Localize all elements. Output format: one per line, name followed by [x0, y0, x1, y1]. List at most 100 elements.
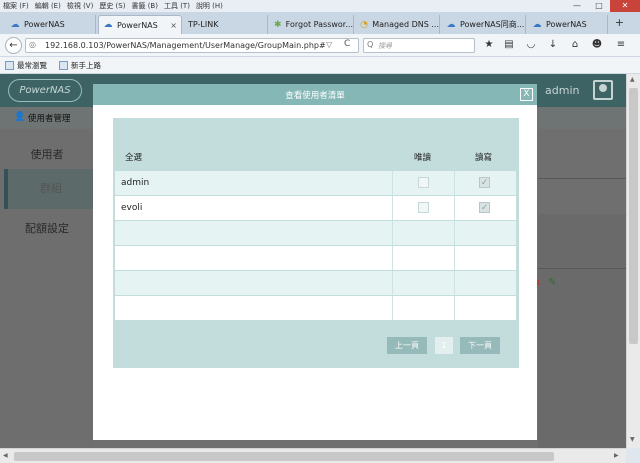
tab-managed-dns[interactable]: ◔ Managed DNS ...	[356, 15, 440, 34]
dialog-close-button[interactable]: X	[520, 88, 533, 101]
user-name-cell	[115, 221, 393, 245]
horizontal-scroll-thumb[interactable]	[14, 452, 554, 461]
menu-view[interactable]: 檢視 (V)	[67, 1, 93, 11]
readwrite-cell: ✓	[455, 196, 516, 220]
table-row: admin ✓	[115, 170, 516, 195]
vertical-scroll-thumb[interactable]	[629, 88, 638, 344]
pocket-icon[interactable]: ◡	[525, 39, 537, 51]
menu-file[interactable]: 檔案 (F)	[3, 1, 29, 11]
readwrite-header: 讀寫	[475, 153, 493, 163]
user-avatar-icon[interactable]	[593, 80, 613, 100]
background-divider	[538, 268, 626, 269]
menu-icon[interactable]: ≡	[615, 39, 627, 51]
tab-powernas-3[interactable]: ☁ PowerNAS	[528, 15, 608, 34]
section-title: 使用者管理	[28, 114, 71, 124]
table-row	[115, 295, 516, 320]
sidebar: 使用者 群組 配額設定	[0, 129, 94, 448]
readwrite-cell	[455, 246, 516, 270]
menu-bar: 檔案 (F) 編輯 (E) 檢視 (V) 歷史 (S) 書籤 (B) 工具 (T…	[0, 0, 640, 12]
bookmark-label: 最常瀏覽	[17, 60, 47, 70]
home-icon[interactable]: ⌂	[569, 39, 581, 51]
vertical-scrollbar[interactable]: ▲ ▼	[626, 74, 640, 448]
readonly-cell	[393, 296, 455, 320]
background-divider	[538, 178, 626, 179]
tab-powernas-active[interactable]: ☁ PowerNAS ×	[98, 15, 182, 34]
readonly-cell	[393, 271, 455, 295]
close-window-button[interactable]: ✕	[610, 0, 640, 12]
tab-title: PowerNAS	[117, 20, 158, 30]
readwrite-checkbox[interactable]: ✓	[479, 202, 490, 213]
new-tab-button[interactable]: +	[615, 16, 624, 29]
back-button[interactable]: ←	[5, 37, 22, 54]
menu-tools[interactable]: 工具 (T)	[164, 1, 190, 11]
tab-title: PowerNAS	[546, 20, 587, 29]
user-name-cell: admin	[115, 171, 393, 195]
tab-title: Forgot Passwor...	[285, 20, 353, 29]
user-name[interactable]: admin	[545, 84, 579, 97]
search-input[interactable]: Q 搜尋	[363, 38, 475, 53]
search-icon: Q	[367, 40, 374, 49]
minimize-button[interactable]: —	[566, 0, 588, 12]
menu-help[interactable]: 說明 (H)	[196, 1, 223, 11]
scroll-down-arrow-icon[interactable]: ▼	[630, 436, 635, 443]
reload-icon[interactable]: C	[344, 39, 350, 49]
readonly-checkbox[interactable]	[418, 202, 429, 213]
edit-icon[interactable]: ✎	[548, 277, 556, 288]
maximize-button[interactable]: □	[588, 0, 610, 12]
bookmark-getting-started[interactable]: 新手上路	[59, 60, 101, 71]
scroll-left-arrow-icon[interactable]: ◀	[3, 452, 8, 459]
table-header: 全選 唯讀 讀寫	[113, 151, 519, 167]
globe-icon: ◎	[29, 40, 36, 49]
readwrite-cell	[455, 271, 516, 295]
table-row: evoli ✓	[115, 195, 516, 220]
readwrite-cell	[455, 296, 516, 320]
prev-page-button[interactable]: 上一頁	[387, 337, 427, 354]
menu-history[interactable]: 歷史 (S)	[99, 1, 125, 11]
user-name-cell	[115, 246, 393, 270]
settings-icon: ✱	[274, 19, 282, 30]
loading-icon: ◔	[360, 19, 369, 30]
scroll-right-arrow-icon[interactable]: ▶	[614, 452, 619, 459]
tab-forgot-password[interactable]: ✱ Forgot Passwor...	[270, 15, 354, 34]
tab-title: PowerNAS同商...	[460, 20, 525, 29]
bookmark-star-icon[interactable]: ★	[483, 39, 495, 51]
next-page-button[interactable]: 下一頁	[460, 337, 500, 354]
bookmark-icon	[59, 60, 68, 70]
menu-edit[interactable]: 編輯 (E)	[35, 1, 61, 11]
sidebar-item-groups[interactable]: 群組	[4, 169, 94, 209]
readonly-checkbox[interactable]	[418, 177, 429, 188]
url-bar[interactable]: ◎ 192.168.0.103/PowerNAS/Management/User…	[25, 38, 359, 53]
scroll-up-arrow-icon[interactable]: ▲	[630, 76, 635, 83]
history-dropdown-icon[interactable]: ▽	[326, 40, 332, 49]
tab-close-icon[interactable]: ×	[170, 21, 177, 30]
horizontal-scrollbar[interactable]: ◀ ▶	[0, 448, 626, 463]
readonly-cell	[393, 196, 455, 220]
readonly-cell	[393, 221, 455, 245]
user-list-dialog: 查看使用者清單 X 全選 唯讀 讀寫 admin ✓ evoli ✓ 上一頁 1…	[93, 84, 537, 440]
bookmarks-list-icon[interactable]: ▤	[503, 39, 515, 51]
user-table-body: admin ✓ evoli ✓	[115, 170, 516, 320]
tab-powernas-2[interactable]: ☁ PowerNAS同商...	[442, 15, 526, 34]
download-icon[interactable]: ↓	[547, 39, 559, 51]
background-table	[538, 214, 626, 448]
menu-bookmarks[interactable]: 書籤 (B)	[131, 1, 158, 11]
user-table-panel: 全選 唯讀 讀寫 admin ✓ evoli ✓ 上一頁 1 下一頁	[113, 118, 519, 368]
sidebar-item-quota[interactable]: 配額設定	[0, 220, 94, 236]
table-row	[115, 245, 516, 270]
tab-powernas-1[interactable]: ☁ PowerNAS	[6, 15, 96, 34]
sidebar-item-users[interactable]: 使用者	[0, 146, 94, 162]
page-number-1[interactable]: 1	[435, 337, 453, 354]
readwrite-checkbox[interactable]: ✓	[479, 177, 490, 188]
bookmark-most-visited[interactable]: 最常瀏覽	[5, 60, 47, 71]
table-row	[115, 270, 516, 295]
cloud-icon: ☁	[446, 19, 456, 30]
tab-tplink[interactable]: TP-LINK	[184, 15, 268, 34]
powernas-logo[interactable]: PowerNAS	[8, 79, 82, 102]
bookmark-icon	[5, 60, 14, 70]
chat-icon[interactable]: ☻	[591, 39, 603, 51]
cloud-icon: ☁	[103, 20, 113, 30]
select-all-header[interactable]: 全選	[125, 151, 142, 163]
tab-strip: ☁ PowerNAS ☁ PowerNAS × TP-LINK ✱ Forgot…	[0, 12, 640, 34]
table-row	[115, 220, 516, 245]
bookmark-label: 新手上路	[71, 60, 101, 70]
